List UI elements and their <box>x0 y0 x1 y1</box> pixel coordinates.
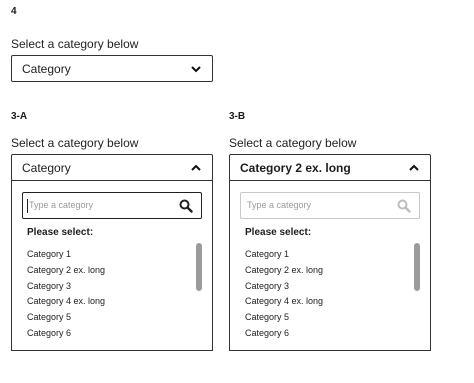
prompt-3b: Select a category below <box>229 136 357 150</box>
dropdown-panel-3a: Type a category Please select: Category … <box>11 180 213 351</box>
prompt-3a: Select a category below <box>11 136 139 150</box>
select-value: Category 2 ex. long <box>240 161 351 175</box>
please-select-label: Please select: <box>245 227 312 238</box>
list-item[interactable]: Category 5 <box>27 312 71 322</box>
chevron-down-icon <box>191 66 201 73</box>
list-item[interactable]: Category 6 <box>245 328 289 338</box>
chevron-up-icon <box>191 164 201 171</box>
select-value: Category <box>22 62 71 76</box>
scrollbar-thumb-3b[interactable] <box>414 243 420 291</box>
category-select-3a[interactable]: Category <box>11 154 213 181</box>
list-item[interactable]: Category 4 ex. long <box>245 296 323 306</box>
list-item[interactable]: Category 4 ex. long <box>27 296 105 306</box>
search-input-3a[interactable]: Type a category <box>22 192 202 219</box>
section-label-3b: 3-B <box>229 111 246 122</box>
list-item[interactable]: Category 1 <box>245 249 289 259</box>
category-select-4[interactable]: Category <box>11 55 213 82</box>
search-input-3b[interactable]: Type a category <box>240 192 420 219</box>
please-select-label: Please select: <box>27 227 94 238</box>
list-item[interactable]: Category 2 ex. long <box>27 265 105 275</box>
category-select-3b[interactable]: Category 2 ex. long <box>229 154 431 181</box>
scrollbar-thumb-3a[interactable] <box>196 243 202 291</box>
search-placeholder: Type a category <box>247 200 312 210</box>
list-item[interactable]: Category 3 <box>245 281 289 291</box>
list-item[interactable]: Category 3 <box>27 281 71 291</box>
list-item[interactable]: Category 6 <box>27 328 71 338</box>
section-label-4: 4 <box>11 6 17 17</box>
list-item[interactable]: Category 1 <box>27 249 71 259</box>
prompt-4: Select a category below <box>11 37 139 51</box>
search-icon[interactable] <box>397 199 411 213</box>
select-value: Category <box>22 161 71 175</box>
section-label-3a: 3-A <box>11 111 28 122</box>
search-placeholder: Type a category <box>29 200 94 210</box>
search-icon[interactable] <box>179 199 193 213</box>
chevron-up-icon <box>409 164 419 171</box>
dropdown-panel-3b: Type a category Please select: Category … <box>229 180 431 351</box>
list-item[interactable]: Category 2 ex. long <box>245 265 323 275</box>
list-item[interactable]: Category 5 <box>245 312 289 322</box>
text-caret <box>27 199 28 213</box>
